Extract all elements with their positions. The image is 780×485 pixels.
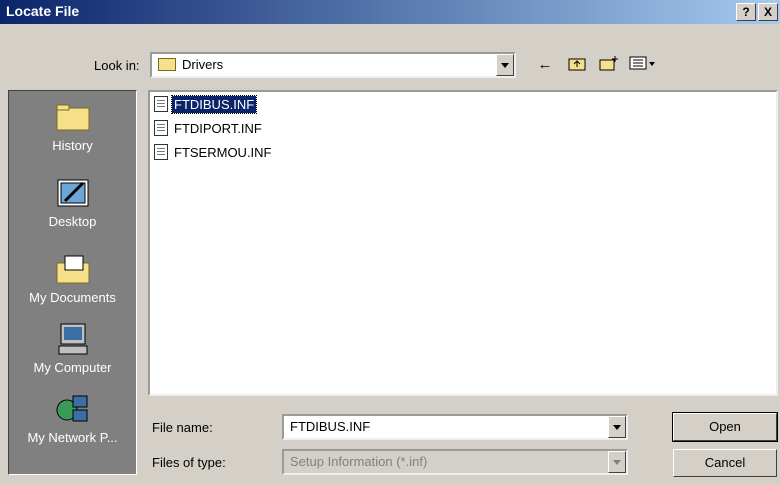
place-label: Desktop [48, 214, 97, 229]
desktop-icon [53, 175, 93, 211]
file-list[interactable]: FTDIBUS.INF FTDIPORT.INF FTSERMOU.INF [148, 90, 778, 396]
place-label: My Computer [33, 360, 112, 375]
chevron-down-icon [613, 459, 621, 465]
inf-file-icon [154, 144, 168, 160]
back-arrow-icon[interactable]: ← [534, 55, 556, 75]
list-item[interactable]: FTDIPORT.INF [154, 118, 264, 138]
file-name: FTSERMOU.INF [174, 144, 272, 160]
inf-file-icon [154, 96, 168, 112]
cancel-button[interactable]: Cancel [673, 449, 777, 477]
history-icon [53, 99, 93, 135]
look-in-label: Look in: [94, 58, 140, 73]
place-my-computer[interactable]: My Computer [9, 321, 136, 375]
look-in-combo[interactable]: Drivers [150, 52, 516, 78]
place-label: My Network P... [27, 430, 118, 445]
close-button[interactable]: X [758, 3, 778, 21]
place-history[interactable]: History [9, 99, 136, 153]
place-desktop[interactable]: Desktop [9, 175, 136, 229]
look-in-dropdown-button[interactable] [496, 54, 514, 76]
file-name: FTDIBUS.INF [170, 94, 258, 114]
file-name-input[interactable]: FTDIBUS.INF [282, 414, 628, 440]
help-button[interactable]: ? [736, 3, 756, 21]
file-name-label: File name: [152, 420, 213, 435]
place-my-network[interactable]: My Network P... [9, 391, 136, 445]
inf-file-icon [154, 120, 168, 136]
look-in-value: Drivers [182, 57, 224, 72]
new-folder-icon[interactable] [598, 55, 620, 75]
file-name: FTDIPORT.INF [174, 120, 262, 136]
file-type-label: Files of type: [152, 455, 226, 470]
chevron-down-icon [613, 424, 621, 430]
my-documents-icon [53, 251, 93, 287]
file-type-dropdown-button[interactable] [608, 451, 626, 473]
open-button[interactable]: Open [672, 412, 778, 442]
place-my-documents[interactable]: My Documents [9, 251, 136, 305]
title-bar[interactable]: Locate File ? X [0, 0, 780, 24]
window-title: Locate File [6, 3, 80, 19]
file-type-select[interactable]: Setup Information (*.inf) [282, 449, 628, 475]
list-item[interactable]: FTSERMOU.INF [154, 142, 274, 162]
up-folder-icon[interactable] [566, 55, 588, 75]
network-places-icon [53, 391, 93, 427]
folder-icon [158, 58, 176, 71]
list-item[interactable]: FTDIBUS.INF [154, 94, 258, 114]
file-name-value: FTDIBUS.INF [290, 419, 371, 434]
places-bar: History Desktop My Documents My Computer… [8, 90, 137, 475]
place-label: History [52, 138, 93, 153]
file-type-value: Setup Information (*.inf) [290, 454, 428, 469]
chevron-down-icon [501, 62, 509, 68]
file-name-dropdown-button[interactable] [608, 416, 626, 438]
my-computer-icon [53, 321, 93, 357]
place-label: My Documents [29, 290, 116, 305]
view-menu-icon[interactable] [628, 55, 658, 75]
locate-file-dialog: Locate File ? X Look in: Drivers ← Histo… [0, 0, 780, 485]
